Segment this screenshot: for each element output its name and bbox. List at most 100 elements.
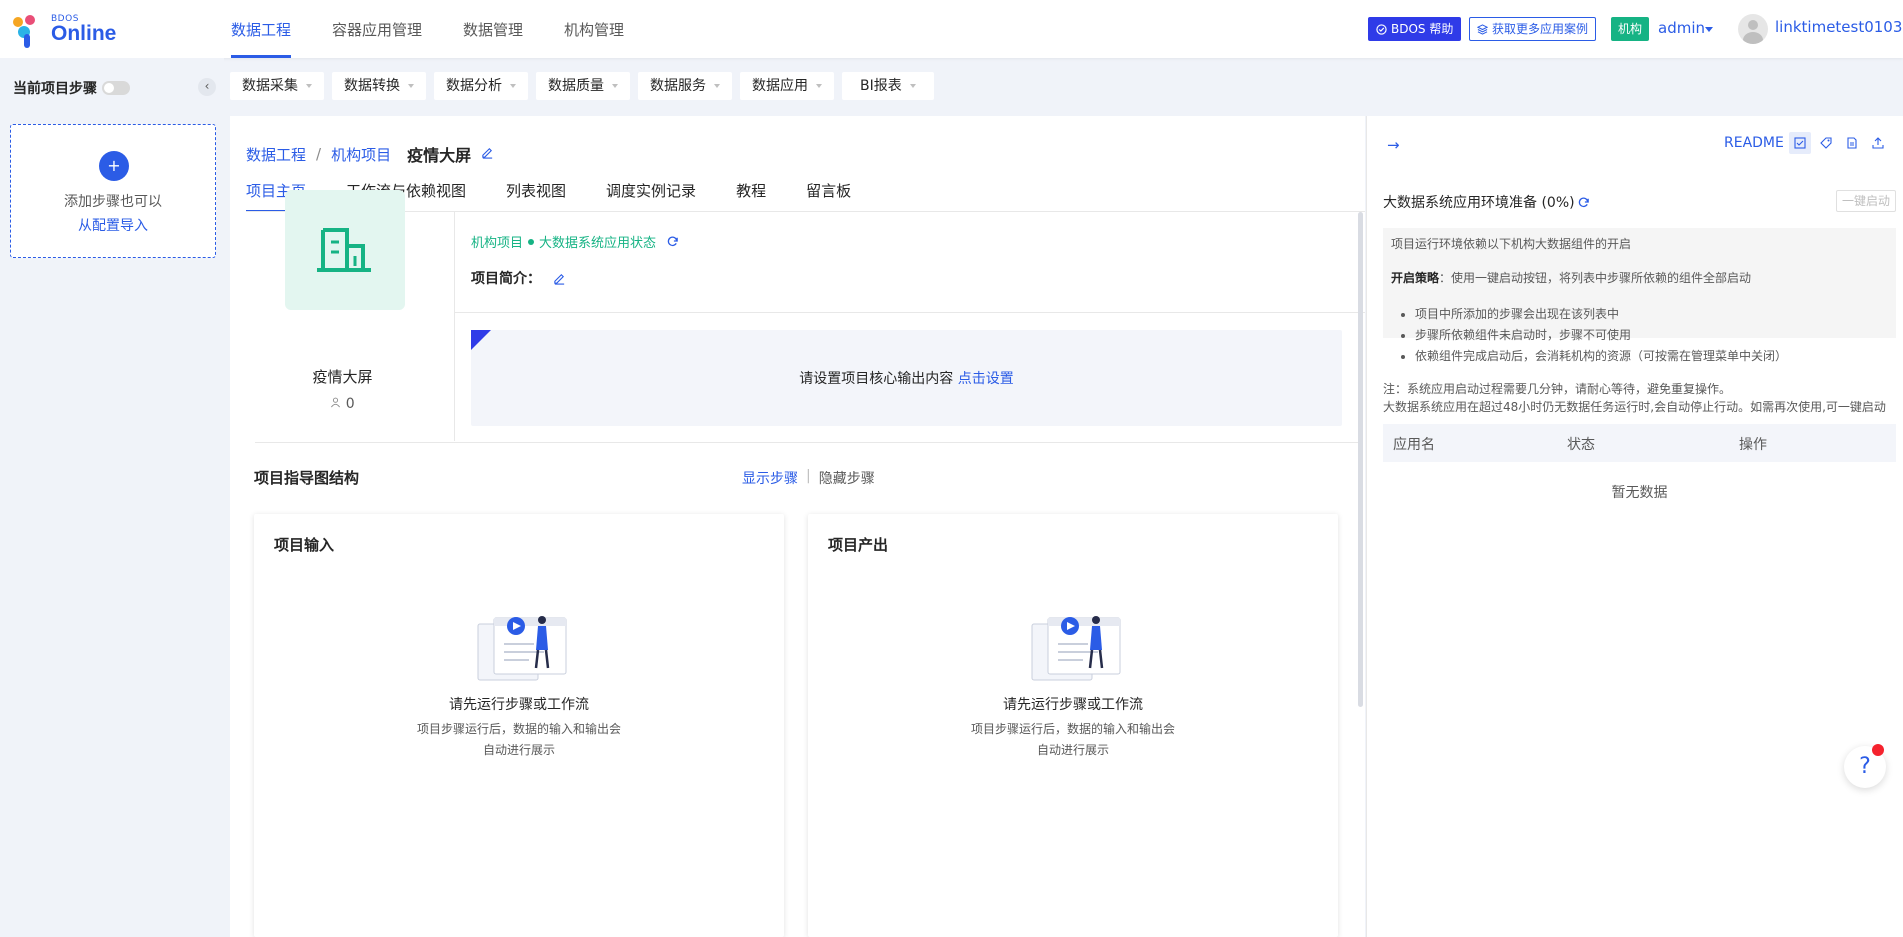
toggle-separator: | [806, 468, 811, 484]
project-status: 机构项目 大数据系统应用状态 [471, 232, 679, 251]
building-icon [317, 228, 371, 272]
status-text: 大数据系统应用状态 [539, 236, 657, 251]
core-output-text: 请设置项目核心输出内容 点击设置 [471, 368, 1342, 388]
environment-panel: → README 大数据系统应用环境准备 (0%) 一键启动 项目运行环境依赖以… [1366, 116, 1903, 937]
one-click-start-button[interactable]: 一键启动 [1836, 190, 1896, 212]
refresh-icon[interactable] [1577, 196, 1590, 209]
add-step-box[interactable]: + 添加步骤也可以 从配置导入 [10, 124, 216, 258]
help-float-button[interactable]: ? [1844, 744, 1886, 788]
page-title: 疫情大屏 [407, 146, 472, 165]
dropdown-data-analysis[interactable]: 数据分析 [434, 72, 528, 100]
empty-table-text: 暂无数据 [1611, 485, 1668, 501]
main-scrollbar[interactable] [1358, 212, 1363, 707]
project-name: 疫情大屏 [312, 368, 373, 386]
current-steps-label: 当前项目步骤 [13, 81, 97, 97]
input-empty-title: 请先运行步骤或工作流 [449, 697, 589, 713]
dropdown-data-quality[interactable]: 数据质量 [536, 72, 630, 100]
tab-schedule-records[interactable]: 调度实例记录 [606, 176, 696, 212]
tag-icon[interactable] [1815, 132, 1837, 154]
dropdown-label: 数据采集 [242, 78, 298, 94]
intro-label: 项目简介： [471, 271, 541, 287]
user-avatar[interactable] [1738, 14, 1768, 44]
get-cases-button[interactable]: 获取更多应用案例 [1469, 17, 1597, 41]
caret-down-icon [306, 84, 312, 88]
strategy-label: 开启策略 [1391, 271, 1440, 285]
breadcrumb-middle[interactable]: 机构项目 [331, 144, 391, 165]
import-from-config-link[interactable]: 从配置导入 [11, 215, 215, 235]
project-icon-box [285, 190, 405, 310]
environment-title: 大数据系统应用环境准备 (0%) [1383, 192, 1590, 212]
nav-container-apps[interactable]: 容器应用管理 [332, 0, 422, 58]
bdos-help-button[interactable]: BDOS 帮助 [1368, 17, 1462, 41]
notice-bullet: 项目中所添加的步骤会出现在该列表中 [1415, 304, 1888, 325]
dropdown-data-service[interactable]: 数据服务 [638, 72, 732, 100]
core-output-box: 请设置项目核心输出内容 点击设置 [471, 330, 1342, 426]
note-startup-time: 注：系统应用启动过程需要几分钟，请耐心等待，避免重复操作。 [1383, 382, 1732, 396]
steps-sidebar: 当前项目步骤 ‹ + 添加步骤也可以 从配置导入 [0, 58, 224, 937]
admin-dropdown[interactable]: admin [1658, 19, 1705, 37]
dropdown-data-transform[interactable]: 数据转换 [332, 72, 426, 100]
check-circle-icon [1376, 23, 1387, 35]
nav-data-engineering[interactable]: 数据工程 [231, 0, 292, 58]
guide-step-toggle: 显示步骤 | 隐藏步骤 [742, 468, 875, 488]
dropdown-data-collection[interactable]: 数据采集 [230, 72, 324, 100]
output-card-title: 项目产出 [828, 536, 889, 554]
empty-illustration-icon [477, 616, 567, 681]
caret-down-icon [408, 84, 414, 88]
dropdown-data-application[interactable]: 数据应用 [740, 72, 834, 100]
step-category-toolbar: 数据采集 数据转换 数据分析 数据质量 数据服务 数据应用 BI报表 [230, 72, 934, 100]
dropdown-label: 数据服务 [650, 78, 706, 94]
logo-icon [13, 15, 35, 48]
guide-title: 项目指导图结构 [254, 469, 360, 487]
edit-icon[interactable] [553, 272, 566, 285]
show-steps-link[interactable]: 显示步骤 [742, 468, 798, 488]
arrow-right-icon[interactable]: → [1387, 136, 1400, 154]
plus-icon[interactable]: + [99, 151, 129, 181]
edit-icon[interactable] [481, 145, 494, 163]
dropdown-bi-report[interactable]: BI报表 [842, 72, 934, 100]
status-prefix: 机构项目 [471, 236, 524, 251]
bdos-logo[interactable]: BDOS Online [10, 12, 120, 48]
caret-down-icon [612, 84, 618, 88]
steps-toggle[interactable] [102, 81, 130, 95]
document-icon[interactable] [1841, 132, 1863, 154]
notification-badge [1872, 744, 1884, 756]
add-step-text: 添加步骤也可以 [64, 194, 162, 210]
checklist-icon[interactable] [1789, 132, 1811, 154]
tab-list-view[interactable]: 列表视图 [506, 176, 566, 212]
column-header-status: 状态 [1567, 437, 1595, 453]
dropdown-label: 数据应用 [752, 78, 808, 94]
core-output-prompt: 请设置项目核心输出内容 [799, 371, 954, 387]
layers-icon [1477, 23, 1488, 35]
username[interactable]: linktimetest0103 [1775, 18, 1902, 36]
output-empty-desc-1: 项目步骤运行后，数据的输入和输出会 [970, 722, 1175, 736]
nav-org-management[interactable]: 机构管理 [564, 0, 624, 58]
org-tag: 机构 [1611, 17, 1650, 41]
nav-data-management[interactable]: 数据管理 [463, 0, 523, 58]
notice-line: 项目运行环境依赖以下机构大数据组件的开启 [1391, 237, 1632, 251]
breadcrumb-root[interactable]: 数据工程 [246, 144, 306, 165]
notice-bullet: 步骤所依赖组件未启动时，步骤不可使用 [1415, 325, 1888, 346]
environment-notice: 项目运行环境依赖以下机构大数据组件的开启 开启策略：使用一键启动按钮，将列表中步… [1383, 228, 1896, 363]
notice-bullet: 依赖组件完成启动后，会消耗机构的资源（可按需在管理菜单中关闭） [1415, 346, 1888, 367]
divider [455, 312, 1365, 313]
readme-link[interactable]: README [1724, 135, 1784, 151]
status-dot [528, 238, 535, 245]
notice-bullets: 项目中所添加的步骤会出现在该列表中 步骤所依赖组件未启动时，步骤不可使用 依赖组… [1391, 304, 1888, 367]
column-header-app-name: 应用名 [1393, 437, 1435, 453]
refresh-icon[interactable] [666, 235, 679, 248]
input-empty-desc-2: 自动进行展示 [482, 743, 555, 757]
empty-illustration-icon [1031, 616, 1121, 681]
corner-marker [471, 330, 491, 350]
collapse-sidebar-button[interactable]: ‹ [198, 78, 216, 96]
project-main-panel: 数据工程 / 机构项目 疫情大屏 项目主页 工作流与依赖视图 列表视图 调度实例… [230, 116, 1365, 937]
tab-tutorial[interactable]: 教程 [736, 176, 766, 212]
caret-down-icon [909, 84, 916, 88]
tab-message-board[interactable]: 留言板 [806, 176, 851, 212]
set-core-output-link[interactable]: 点击设置 [958, 371, 1014, 387]
members-count: 0 [345, 396, 355, 412]
cases-label: 获取更多应用案例 [1492, 22, 1589, 36]
hide-steps-link[interactable]: 隐藏步骤 [819, 468, 875, 488]
upload-icon[interactable] [1867, 132, 1889, 154]
caret-down-icon[interactable] [1705, 27, 1713, 32]
